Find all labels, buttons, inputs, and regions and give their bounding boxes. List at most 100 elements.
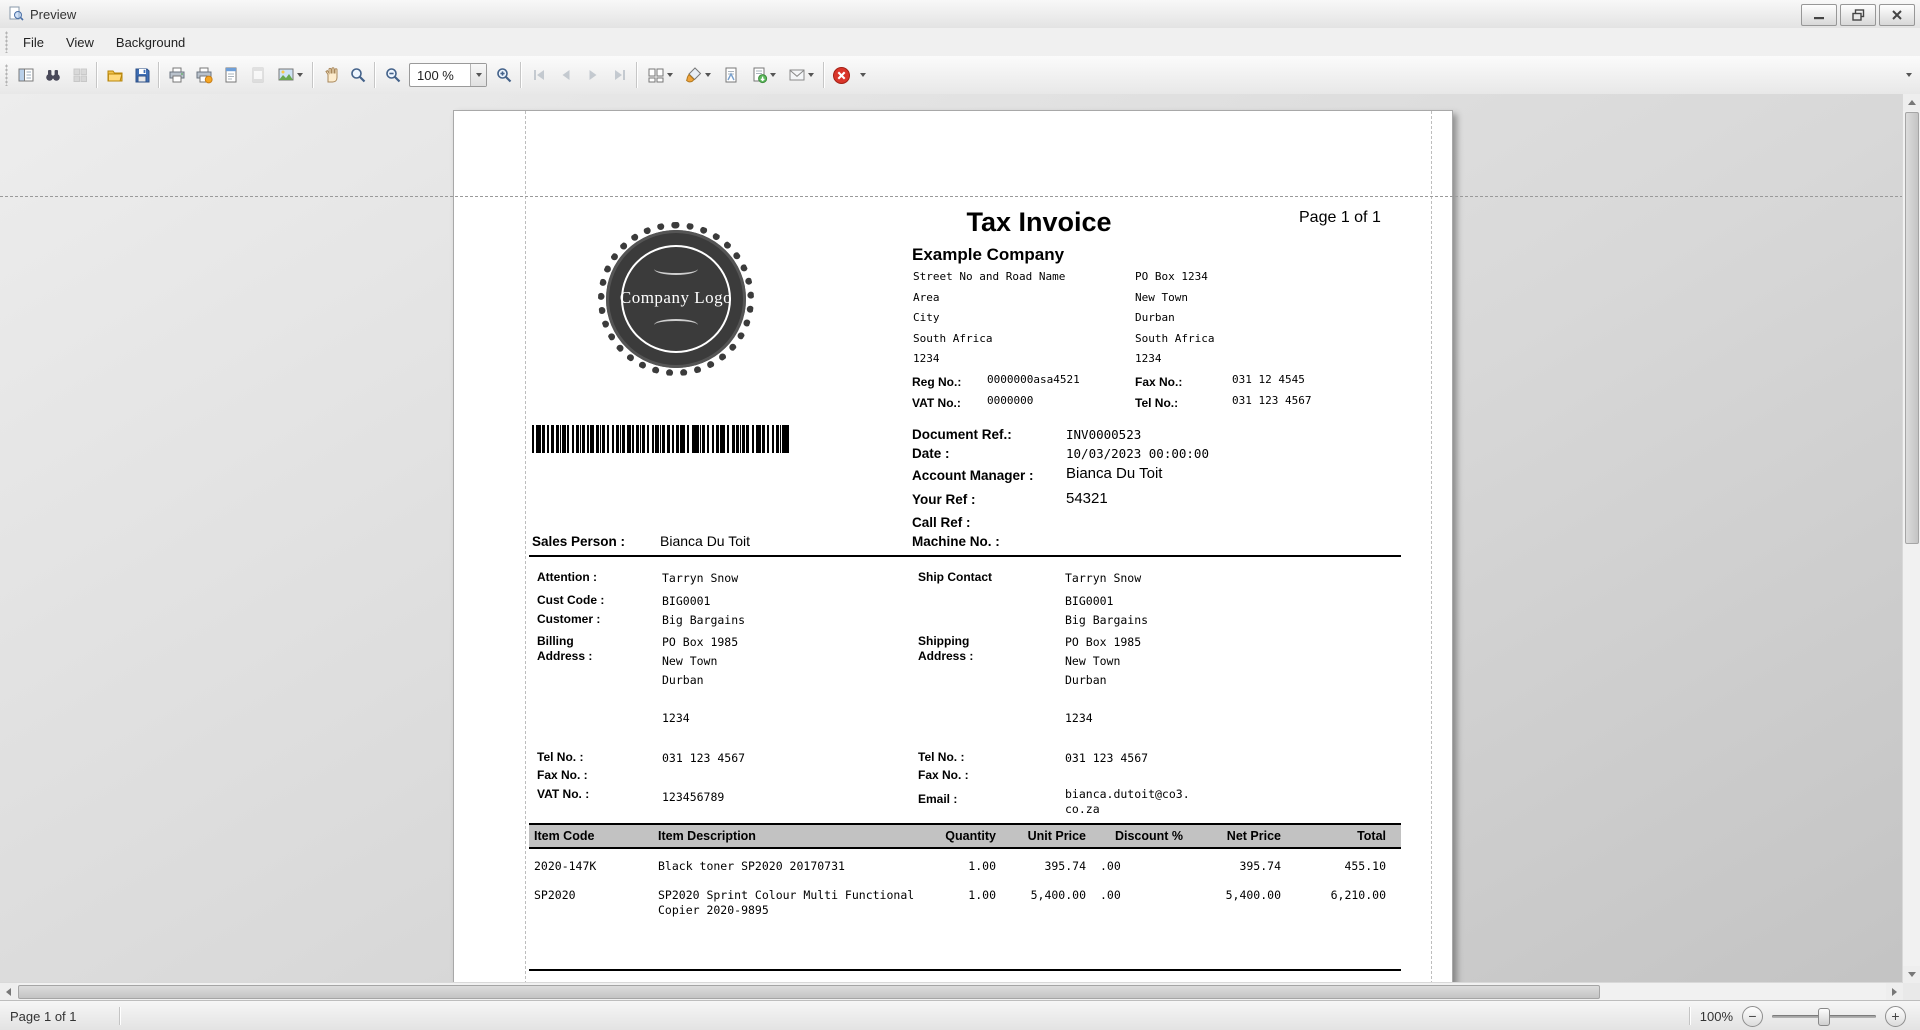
cell-discount: .00 (1086, 859, 1183, 874)
attention-label: Attention : (537, 570, 597, 584)
export-document-button[interactable] (744, 62, 782, 89)
vat-no-value: 0000000 (987, 394, 1033, 407)
shipping-fax-label: Fax No. : (918, 768, 969, 782)
cell-unit-price: 5,400.00 (996, 888, 1086, 918)
scroll-left-button[interactable] (0, 983, 17, 1000)
toolbar-options-button[interactable] (1900, 62, 1918, 89)
item-row: 2020-147K Black toner SP2020 20170731 1.… (529, 859, 1401, 874)
document-map-icon (17, 66, 35, 84)
address-line: South Africa (913, 329, 1065, 350)
cell-net-price: 5,400.00 (1183, 888, 1281, 918)
zoom-out-button[interactable] (379, 62, 406, 89)
previous-page-button[interactable] (552, 62, 579, 89)
print-button[interactable] (163, 62, 190, 89)
address-line: City (913, 308, 1065, 329)
horizontal-scrollbar-thumb[interactable] (18, 985, 1600, 999)
dropdown-caret-icon (667, 73, 673, 77)
company-fax-value: 031 12 4545 (1232, 373, 1305, 386)
thumbnails-icon (71, 66, 89, 84)
statusbar-zoom-out-button[interactable]: − (1742, 1006, 1763, 1027)
toolbar-drag-handle[interactable] (5, 64, 8, 86)
preview-window: Preview File View Background (0, 0, 1920, 1030)
open-button[interactable] (101, 62, 128, 89)
save-button[interactable] (128, 62, 155, 89)
previous-page-icon (557, 66, 575, 84)
dropdown-caret-icon (808, 73, 814, 77)
reg-no-label: Reg No.: (912, 375, 961, 389)
address-line: Street No and Road Name (913, 267, 1065, 288)
cell-quantity: 1.00 (920, 859, 996, 874)
col-item-code: Item Code (534, 829, 658, 843)
menubar-drag-handle[interactable] (5, 31, 8, 53)
document-map-button[interactable] (12, 62, 39, 89)
zoom-combobox-caret[interactable] (470, 64, 486, 86)
machine-no-label: Machine No. : (912, 534, 1000, 549)
col-discount: Discount % (1086, 829, 1183, 843)
arrow-right-icon (1892, 988, 1897, 996)
maximize-button[interactable] (1840, 4, 1876, 26)
minimize-button[interactable] (1801, 4, 1837, 26)
col-net-price: Net Price (1183, 829, 1281, 843)
menu-file[interactable]: File (12, 30, 55, 55)
close-button[interactable] (1879, 4, 1915, 26)
company-physical-address: Street No and Road Name Area City South … (913, 267, 1065, 370)
header-footer-icon (249, 66, 267, 84)
zoom-slider-thumb[interactable] (1818, 1008, 1830, 1026)
cell-item-code: 2020-147K (534, 859, 658, 874)
vertical-scrollbar-thumb[interactable] (1905, 112, 1919, 544)
page-color-button[interactable] (679, 62, 717, 89)
magnifier-button[interactable] (344, 62, 371, 89)
hand-tool-icon (322, 66, 340, 84)
page-background-button[interactable] (271, 62, 309, 89)
magnifier-icon (349, 66, 367, 84)
hand-tool-button[interactable] (317, 62, 344, 89)
first-page-button[interactable] (525, 62, 552, 89)
close-icon (1891, 9, 1903, 21)
company-logo: Company Logo (597, 221, 755, 377)
search-button[interactable] (39, 62, 66, 89)
your-ref-label: Your Ref : (912, 492, 976, 507)
multiple-pages-button[interactable] (641, 62, 679, 89)
toolbar-separator (158, 62, 160, 88)
last-page-button[interactable] (606, 62, 633, 89)
scroll-right-button[interactable] (1886, 983, 1903, 1000)
send-email-button[interactable] (782, 62, 820, 89)
address-line: New Town (662, 652, 738, 671)
scroll-up-button[interactable] (1903, 94, 1920, 111)
billing-tel-label: Tel No. : (537, 750, 583, 764)
horizontal-scrollbar[interactable] (0, 982, 1903, 1000)
next-page-icon (584, 66, 602, 84)
customer-vat-label: VAT No. : (537, 787, 589, 801)
arrow-left-icon (6, 988, 11, 996)
page-setup-button[interactable] (217, 62, 244, 89)
zoom-in-button[interactable] (490, 62, 517, 89)
exit-dropdown-button[interactable] (855, 62, 871, 89)
multiple-pages-icon (647, 66, 665, 84)
item-row: SP2020 SP2020 Sprint Colour Multi Functi… (529, 888, 1401, 918)
logo-flourish-top (654, 263, 698, 275)
menu-background[interactable]: Background (105, 30, 196, 55)
email-label: Email : (918, 792, 957, 806)
margin-guide-left (525, 111, 526, 984)
col-unit-price: Unit Price (996, 829, 1086, 843)
address-line (662, 690, 738, 709)
header-footer-button[interactable] (244, 62, 271, 89)
company-tel-value: 031 123 4567 (1232, 394, 1311, 407)
next-page-button[interactable] (579, 62, 606, 89)
exit-preview-button[interactable] (828, 62, 855, 89)
quick-print-button[interactable] (190, 62, 217, 89)
customer-value: Big Bargains (662, 613, 745, 627)
vertical-scrollbar[interactable] (1902, 94, 1920, 983)
watermark-button[interactable] (717, 62, 744, 89)
logo-flourish-bottom (654, 319, 698, 331)
zoom-level-combobox[interactable]: 100 % (409, 63, 487, 87)
zoom-slider[interactable] (1772, 1007, 1876, 1026)
menu-view[interactable]: View (55, 30, 105, 55)
thumbnails-button[interactable] (66, 62, 93, 89)
statusbar: Page 1 of 1 100% − + (0, 1000, 1920, 1030)
scroll-down-button[interactable] (1903, 966, 1920, 983)
attention-value: Tarryn Snow (662, 571, 738, 585)
statusbar-zoom-in-button[interactable]: + (1885, 1006, 1906, 1027)
dropdown-caret-icon (705, 73, 711, 77)
preview-document-area[interactable]: Tax Invoice Page 1 of 1 Company Logo Exa… (0, 94, 1920, 1000)
